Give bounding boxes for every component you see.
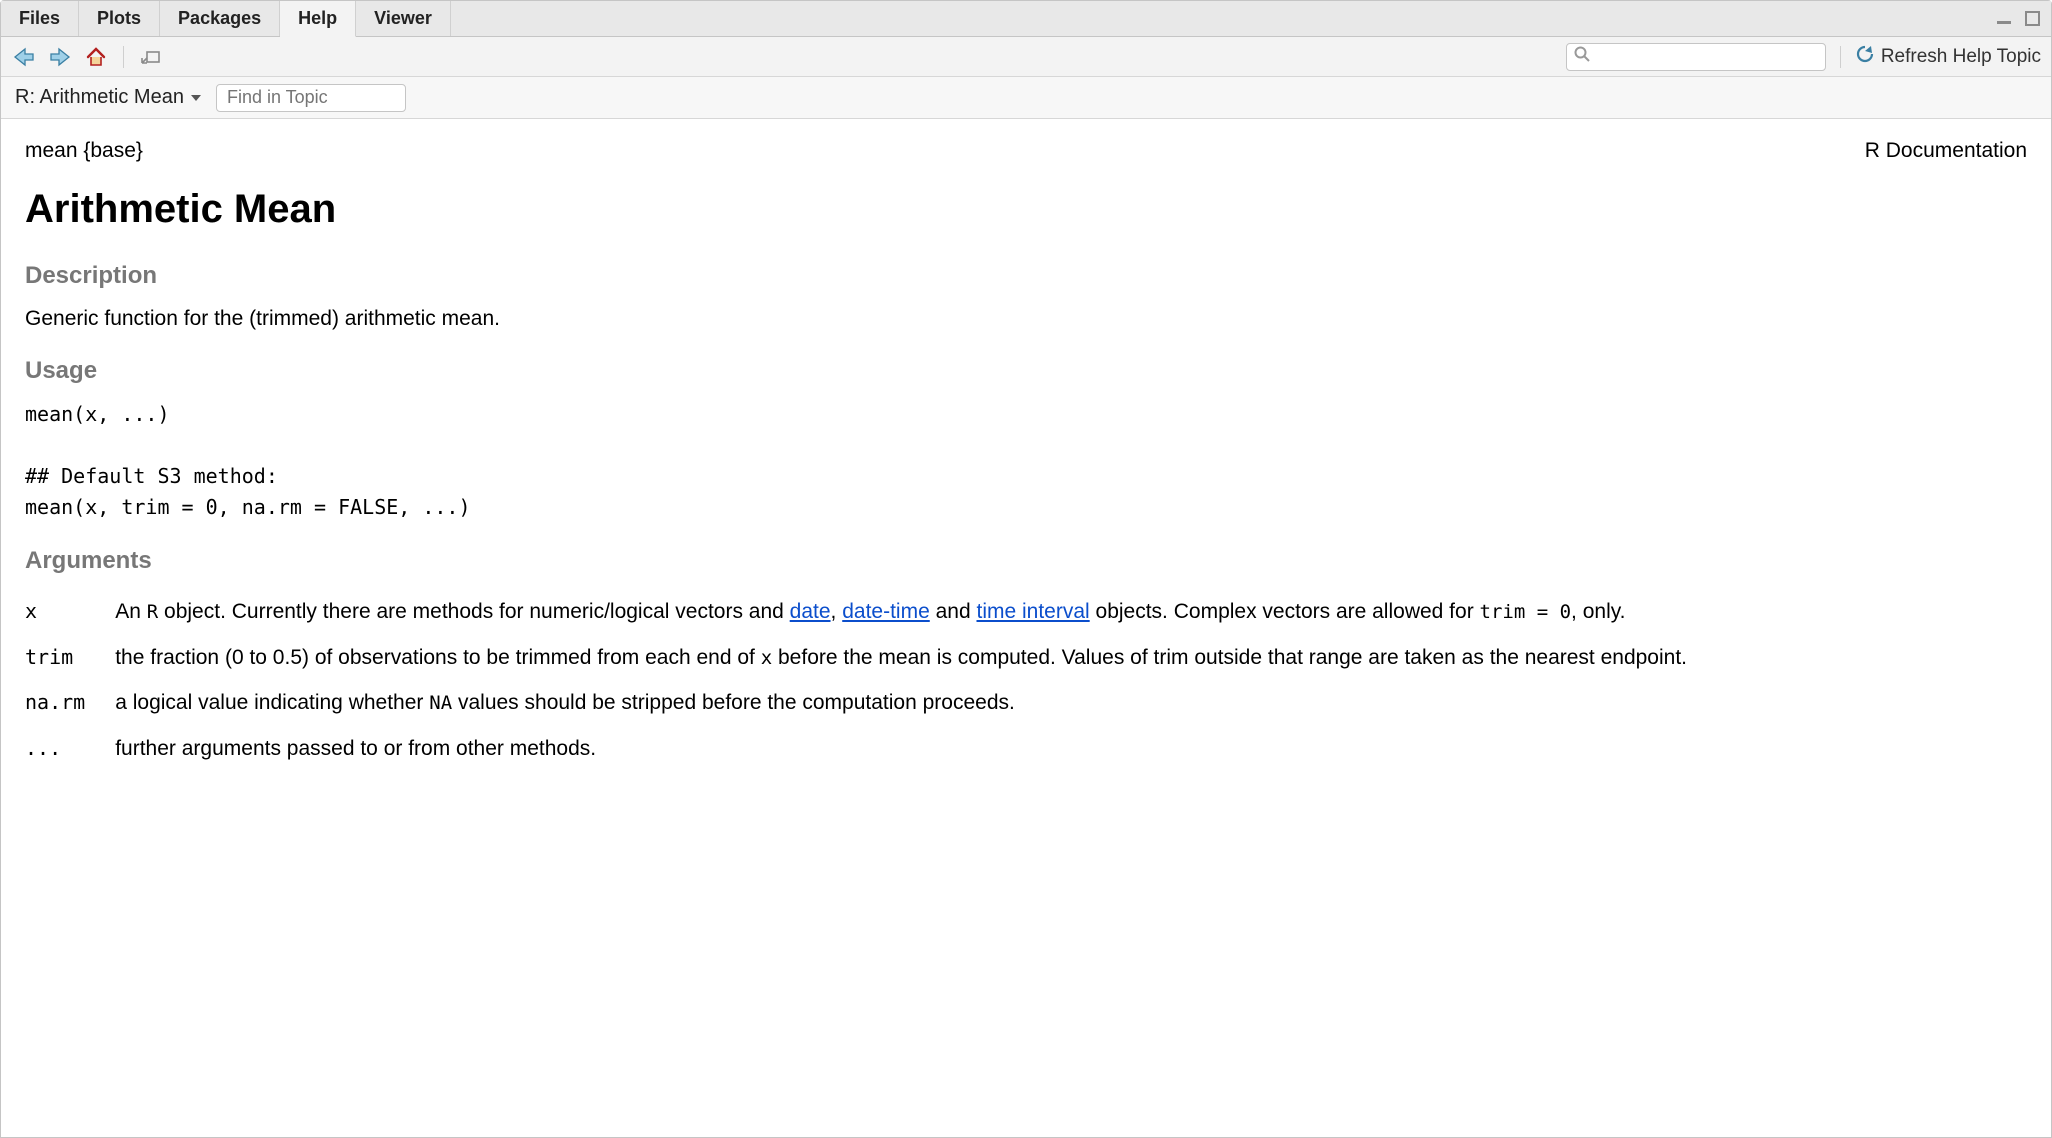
arg-term: na.rm [25,680,115,725]
search-icon [1573,45,1591,68]
doc-pkgline: mean {base} [25,139,143,163]
tab-viewer[interactable]: Viewer [356,1,451,36]
arg-term: ... [25,726,115,771]
heading-arguments: Arguments [25,547,2027,575]
tab-plots[interactable]: Plots [79,1,160,36]
link-time-interval[interactable]: time interval [976,600,1089,623]
minimize-icon[interactable] [1995,12,2017,26]
help-document: mean {base} R Documentation Arithmetic M… [1,119,2051,1137]
heading-description: Description [25,262,2027,290]
arg-term: x [25,589,115,634]
home-button[interactable] [83,44,109,70]
arg-term: trim [25,635,115,680]
arg-desc: the fraction (0 to 0.5) of observations … [115,635,1687,680]
description-text: Generic function for the (trimmed) arith… [25,304,2027,333]
help-search-box[interactable] [1566,43,1826,71]
panel-tabbar: Files Plots Packages Help Viewer [1,1,2051,37]
link-date-time[interactable]: date-time [842,600,930,623]
usage-code: mean(x, ...) ## Default S3 method: mean(… [25,399,2027,523]
heading-usage: Usage [25,357,2027,385]
forward-button[interactable] [47,44,73,70]
topic-label: R: Arithmetic Mean [15,86,184,109]
tab-files[interactable]: Files [1,1,79,36]
tab-packages[interactable]: Packages [160,1,280,36]
toolbar-divider-2 [1840,46,1841,68]
back-button[interactable] [11,44,37,70]
arg-desc: further arguments passed to or from othe… [115,726,1687,771]
tab-help[interactable]: Help [280,1,356,37]
refresh-help-button[interactable]: Refresh Help Topic [1855,44,2041,70]
topic-dropdown[interactable]: R: Arithmetic Mean [15,86,202,109]
find-in-topic-input[interactable] [216,84,406,112]
doc-rightlabel: R Documentation [1865,139,2027,163]
refresh-label: Refresh Help Topic [1881,46,2041,68]
arg-row-trim: trim the fraction (0 to 0.5) of observat… [25,635,1687,680]
arg-row-x: x An R object. Currently there are metho… [25,589,1687,634]
popout-button[interactable] [138,44,164,70]
refresh-icon [1855,44,1875,70]
arg-desc: An R object. Currently there are methods… [115,589,1687,634]
chevron-down-icon [190,86,202,109]
help-toolbar: Refresh Help Topic [1,37,2051,77]
arg-row-dots: ... further arguments passed to or from … [25,726,1687,771]
arg-desc: a logical value indicating whether NA va… [115,680,1687,725]
doc-title: Arithmetic Mean [25,187,2027,232]
link-date[interactable]: date [790,600,831,623]
toolbar-divider [123,46,124,68]
help-search-input[interactable] [1591,48,1819,65]
arg-row-narm: na.rm a logical value indicating whether… [25,680,1687,725]
help-subbar: R: Arithmetic Mean [1,77,2051,119]
arguments-table: x An R object. Currently there are metho… [25,589,1687,771]
maximize-icon[interactable] [2023,9,2043,29]
help-panel: Files Plots Packages Help Viewer [0,0,2052,1138]
